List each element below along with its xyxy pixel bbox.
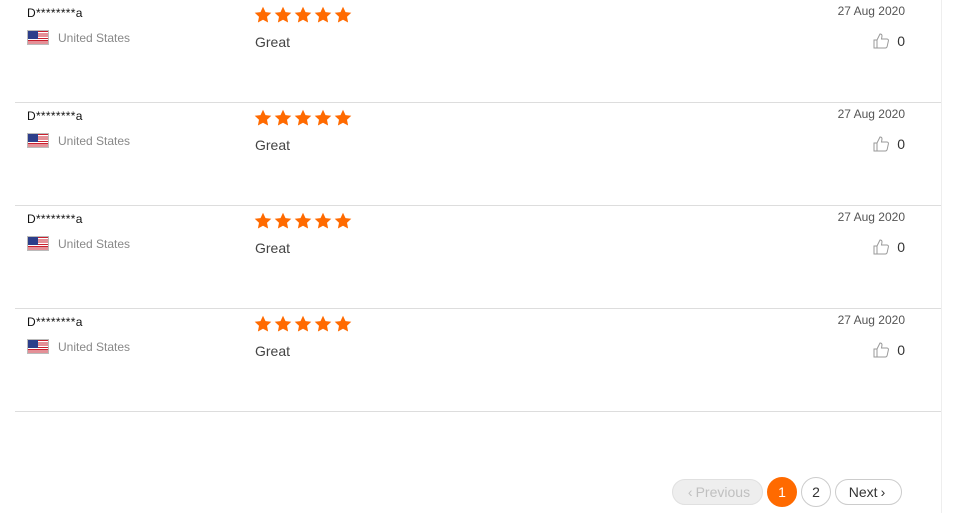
us-flag-icon bbox=[27, 133, 49, 148]
star-icon bbox=[334, 212, 352, 229]
review-comment: Great bbox=[255, 34, 291, 50]
thumbs-up-icon[interactable] bbox=[872, 341, 890, 359]
star-icon bbox=[314, 315, 332, 332]
helpful-button[interactable]: 0 bbox=[872, 341, 905, 359]
helpful-count: 0 bbox=[897, 136, 905, 152]
thumbs-up-icon[interactable] bbox=[872, 135, 890, 153]
review-date: 27 Aug 2020 bbox=[837, 313, 905, 327]
star-icon bbox=[334, 315, 352, 332]
us-flag-icon bbox=[27, 339, 49, 354]
helpful-count: 0 bbox=[897, 33, 905, 49]
star-icon bbox=[274, 212, 292, 229]
star-icon bbox=[294, 212, 312, 229]
review-comment: Great bbox=[255, 137, 291, 153]
scrollbar[interactable] bbox=[941, 0, 960, 513]
pagination: ‹ Previous 1 2 Next › bbox=[672, 477, 902, 507]
star-rating bbox=[254, 212, 352, 230]
country-label: United States bbox=[58, 339, 131, 354]
helpful-button[interactable]: 0 bbox=[872, 238, 905, 256]
star-icon bbox=[274, 109, 292, 126]
chevron-left-icon: ‹ bbox=[687, 484, 693, 500]
review-comment: Great bbox=[255, 343, 291, 359]
star-icon bbox=[254, 212, 272, 229]
star-icon bbox=[334, 6, 352, 23]
star-icon bbox=[334, 109, 352, 126]
star-icon bbox=[294, 109, 312, 126]
reviewer-country: United States bbox=[27, 30, 130, 45]
helpful-button[interactable]: 0 bbox=[872, 32, 905, 50]
thumbs-up-icon[interactable] bbox=[872, 238, 890, 256]
page-button-2[interactable]: 2 bbox=[801, 477, 831, 507]
previous-page-button[interactable]: ‹ Previous bbox=[672, 479, 763, 505]
helpful-count: 0 bbox=[897, 342, 905, 358]
review-list: D********a United States Great 27 Aug 20… bbox=[15, 0, 941, 412]
next-page-button[interactable]: Next › bbox=[835, 479, 902, 505]
country-label: United States bbox=[58, 133, 131, 148]
next-label: Next bbox=[848, 484, 878, 500]
star-icon bbox=[314, 6, 332, 23]
reviewer-name: D********a bbox=[27, 212, 83, 226]
review-item: D********a United States Great 27 Aug 20… bbox=[15, 0, 941, 103]
us-flag-icon bbox=[27, 236, 49, 251]
star-rating bbox=[254, 109, 352, 127]
star-rating bbox=[254, 315, 352, 333]
reviewer-country: United States bbox=[27, 339, 130, 354]
reviewer-country: United States bbox=[27, 133, 130, 148]
star-icon bbox=[254, 109, 272, 126]
helpful-count: 0 bbox=[897, 239, 905, 255]
review-date: 27 Aug 2020 bbox=[837, 4, 905, 18]
star-icon bbox=[274, 315, 292, 332]
review-comment: Great bbox=[255, 240, 291, 256]
reviewer-name: D********a bbox=[27, 6, 83, 20]
star-icon bbox=[314, 212, 332, 229]
reviewer-name: D********a bbox=[27, 315, 83, 329]
country-label: United States bbox=[58, 236, 131, 251]
review-date: 27 Aug 2020 bbox=[837, 210, 905, 224]
star-icon bbox=[274, 6, 292, 23]
reviewer-name: D********a bbox=[27, 109, 83, 123]
star-icon bbox=[314, 109, 332, 126]
star-icon bbox=[294, 315, 312, 332]
us-flag-icon bbox=[27, 30, 49, 45]
star-icon bbox=[254, 315, 272, 332]
country-label: United States bbox=[58, 30, 131, 45]
review-item: D********a United States Great 27 Aug 20… bbox=[15, 103, 941, 206]
review-item: D********a United States Great 27 Aug 20… bbox=[15, 206, 941, 309]
page-button-1[interactable]: 1 bbox=[767, 477, 797, 507]
star-icon bbox=[294, 6, 312, 23]
thumbs-up-icon[interactable] bbox=[872, 32, 890, 50]
star-icon bbox=[254, 6, 272, 23]
chevron-right-icon: › bbox=[880, 484, 886, 500]
review-item: D********a United States Great 27 Aug 20… bbox=[15, 309, 941, 412]
review-date: 27 Aug 2020 bbox=[837, 107, 905, 121]
reviewer-country: United States bbox=[27, 236, 130, 251]
previous-label: Previous bbox=[695, 484, 751, 500]
star-rating bbox=[254, 6, 352, 24]
helpful-button[interactable]: 0 bbox=[872, 135, 905, 153]
